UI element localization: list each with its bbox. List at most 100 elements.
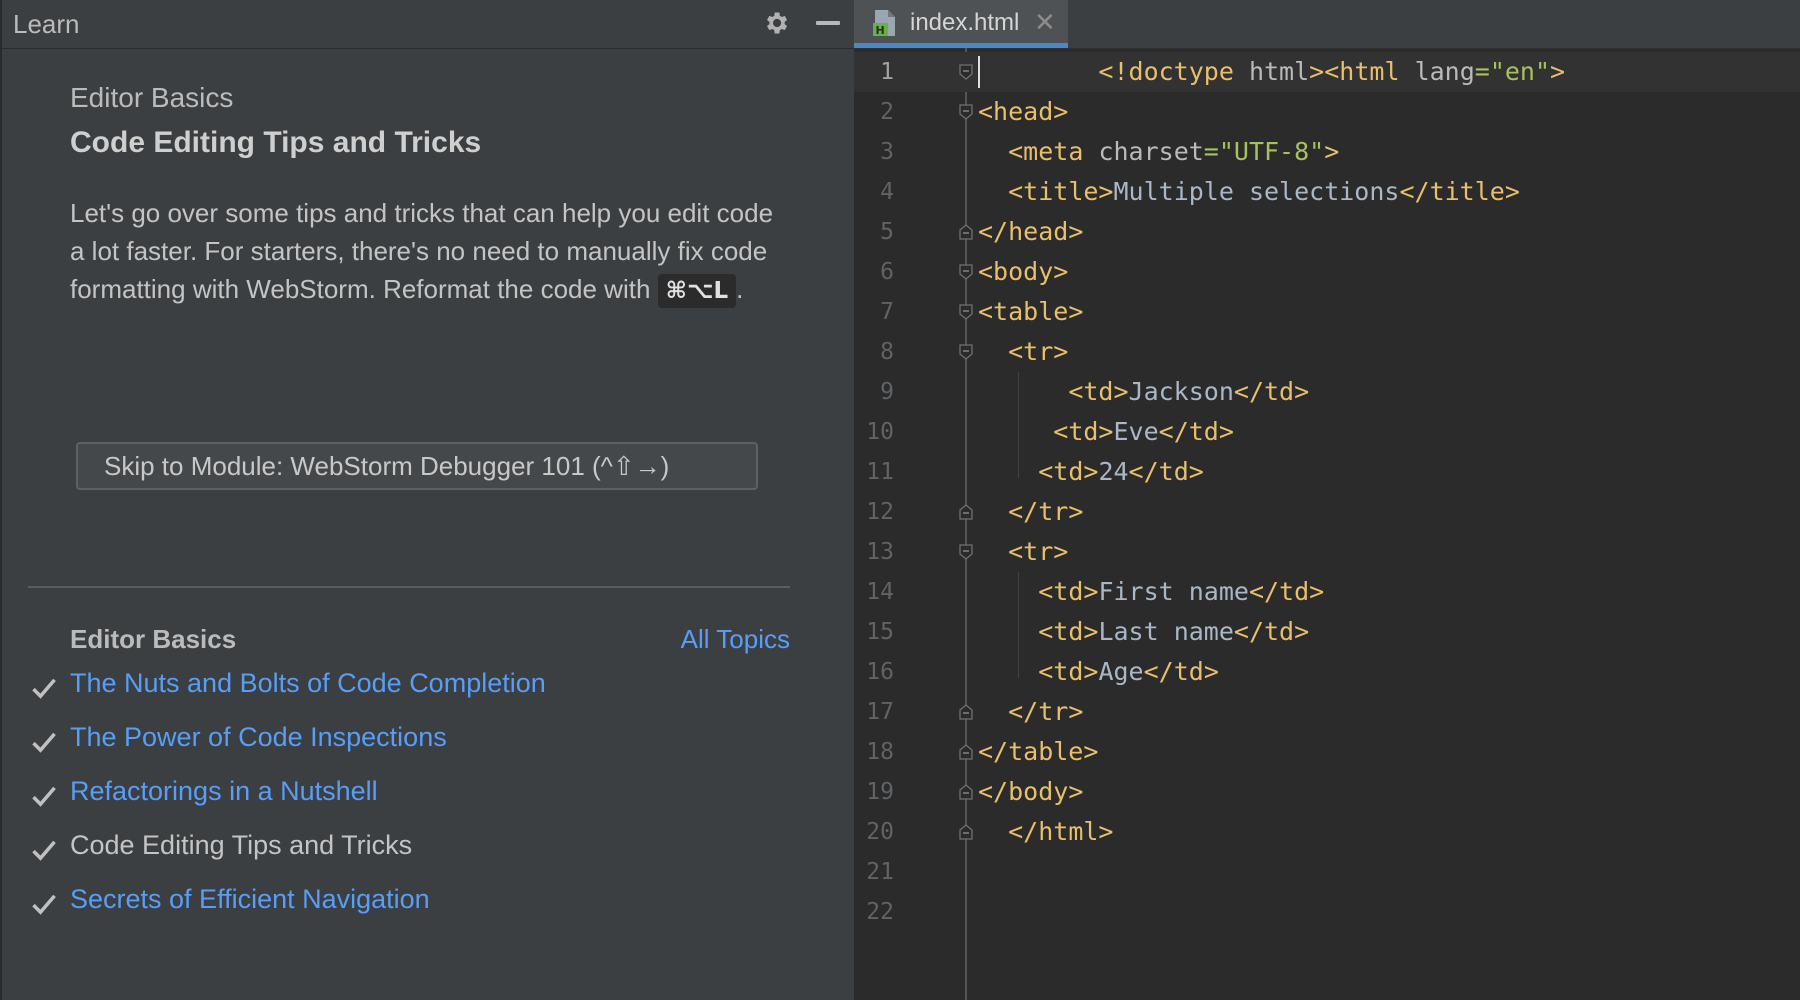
code-line[interactable]: 4 <title>Multiple selections</title> [854,172,1800,212]
fold-marker-icon[interactable] [958,224,974,240]
line-number: 6 [880,259,894,285]
code-line[interactable]: 5 </head> [854,212,1800,252]
line-number: 17 [866,699,894,725]
line-number: 22 [866,899,894,925]
code-text: </tr> [1008,497,1084,526]
lesson-list-item-label[interactable]: The Power of Code Inspections [70,722,447,753]
fold-marker-icon[interactable] [958,544,974,560]
fold-marker-icon[interactable] [958,264,974,280]
minimize-icon[interactable] [816,21,840,25]
code-text: <body> [978,257,1069,286]
code-line[interactable]: 10 <td>Eve</td> [854,412,1800,452]
lesson-list-item-label[interactable]: Refactorings in a Nutshell [70,776,378,807]
fold-marker-icon[interactable] [958,104,974,120]
lesson-list-item[interactable]: Secrets of Efficient Navigation [2,884,802,924]
code-text: </body> [978,777,1084,806]
fold-marker-icon[interactable] [958,64,974,80]
lesson-list-item-label: Code Editing Tips and Tricks [70,830,413,860]
check-icon [32,894,56,915]
code-text: <td>First name</td> [1038,577,1325,606]
code-line[interactable]: 21 [854,852,1800,892]
tab-label: index.html [910,9,1020,36]
fold-marker-icon[interactable] [958,504,974,520]
line-number: 10 [866,419,894,445]
code-area[interactable]: 1 <!doctype html><html lang="en"> 2 <head>… [854,52,1800,932]
text-caret [978,56,980,88]
all-topics-link[interactable]: All Topics [681,624,790,655]
code-text: <title>Multiple selections</title> [1008,177,1520,206]
code-text: <table> [978,297,1084,326]
code-line[interactable]: 12 </tr> [854,492,1800,532]
lesson-list-item[interactable]: The Power of Code Inspections [2,722,802,762]
fold-marker-icon[interactable] [958,304,974,320]
code-line[interactable]: 18 </table> [854,732,1800,772]
line-number: 13 [866,539,894,565]
code-line[interactable]: 20 </html> [854,812,1800,852]
lesson-module-name: Editor Basics [70,82,234,113]
line-number: 9 [880,379,894,405]
line-number: 18 [866,739,894,765]
fold-marker-icon[interactable] [958,784,974,800]
editor-tab-bar: H index.html ✕ [854,0,1800,49]
code-text: <tr> [1008,337,1069,366]
code-text: <!doctype html><html lang="en"> [1098,57,1566,86]
code-text: <td>24</td> [1038,457,1204,486]
skip-to-module-button[interactable]: Skip to Module: WebStorm Debugger 101 (^… [76,442,758,490]
line-number: 7 [880,299,894,325]
code-line[interactable]: 11 <td>24</td> [854,452,1800,492]
line-number: 1 [880,59,894,85]
code-text: </html> [1008,817,1114,846]
lesson-list-item[interactable]: The Nuts and Bolts of Code Completion [2,668,802,708]
code-line[interactable]: 17 </tr> [854,692,1800,732]
fold-marker-icon[interactable] [958,824,974,840]
lesson-description: Let's go over some tips and tricks that … [70,194,790,308]
code-line[interactable]: 14 <td>First name</td> [854,572,1800,612]
lesson-list-item-label[interactable]: Secrets of Efficient Navigation [70,884,430,915]
learn-panel: Learn Editor Basics Code Editing Tips an… [0,0,854,1000]
line-number: 2 [880,99,894,125]
code-line[interactable]: 16 <td>Age</td> [854,652,1800,692]
code-text: <head> [978,97,1069,126]
fold-marker-icon[interactable] [958,744,974,760]
code-line[interactable]: 15 <td>Last name</td> [854,612,1800,652]
code-text: <td>Last name</td> [1038,617,1310,646]
check-icon [32,732,56,753]
code-line[interactable]: 6 <body> [854,252,1800,292]
lesson-list-item-label[interactable]: The Nuts and Bolts of Code Completion [70,668,546,699]
fold-marker-icon[interactable] [958,704,974,720]
line-number: 15 [866,619,894,645]
code-line[interactable]: 19 </body> [854,772,1800,812]
learn-panel-header: Learn [2,0,854,49]
code-line[interactable]: 13 <tr> [854,532,1800,572]
code-text: </table> [978,737,1099,766]
line-number: 4 [880,179,894,205]
line-number: 5 [880,219,894,245]
code-line[interactable]: 7 <table> [854,292,1800,332]
indent-guide [1018,372,1019,478]
divider [28,586,790,588]
toc-heading: Editor Basics [70,624,237,654]
code-line[interactable]: 8 <tr> [854,332,1800,372]
code-text: <td>Jackson</td> [1068,377,1310,406]
lesson-list-item[interactable]: Refactorings in a Nutshell [2,776,802,816]
code-line[interactable]: 9 <td>Jackson</td> [854,372,1800,412]
check-icon [32,678,56,699]
close-icon[interactable]: ✕ [1034,7,1056,38]
code-text: </head> [978,217,1084,246]
code-line[interactable]: 22 [854,892,1800,932]
code-text: <tr> [1008,537,1069,566]
gear-icon[interactable] [762,9,790,37]
code-line[interactable]: 2 <head> [854,92,1800,132]
fold-marker-icon[interactable] [958,344,974,360]
line-number: 8 [880,339,894,365]
indent-guide [1018,572,1019,678]
code-text: <td>Eve</td> [1053,417,1234,446]
check-icon [32,840,56,861]
tab-index-html[interactable]: H index.html ✕ [854,0,1068,48]
code-line[interactable]: 3 <meta charset="UTF-8"> [854,132,1800,172]
line-number: 12 [866,499,894,525]
lesson-list-item: Code Editing Tips and Tricks [2,830,802,870]
line-number: 16 [866,659,894,685]
line-number: 21 [866,859,894,885]
code-line[interactable]: 1 <!doctype html><html lang="en"> [854,52,1800,92]
